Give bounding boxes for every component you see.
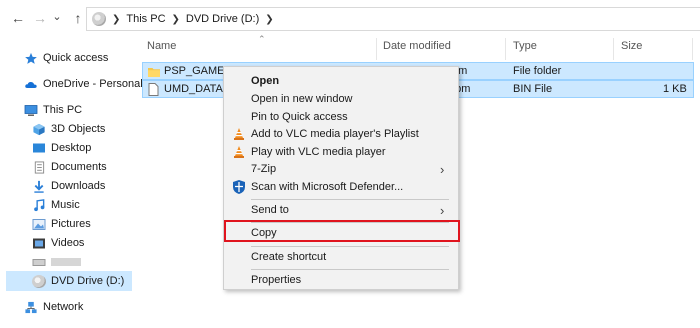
up-arrow-icon[interactable]: ↑ — [68, 8, 88, 28]
column-header-type[interactable]: Type — [513, 40, 537, 52]
menu-item-vlc-playlist[interactable]: Add to VLC media player's Playlist — [224, 125, 458, 143]
menu-item-label: Send to — [251, 204, 289, 216]
breadcrumb-dvd-drive[interactable]: DVD Drive (D:) — [186, 13, 259, 25]
menu-separator — [251, 269, 449, 270]
column-header-name[interactable]: Name — [147, 40, 176, 52]
sidebar-item-label: DVD Drive (D:) — [51, 275, 125, 287]
file-type: File folder — [513, 65, 562, 77]
menu-item-vlc-play[interactable]: Play with VLC media player — [224, 143, 458, 161]
drive-icon — [32, 258, 46, 266]
back-arrow-icon[interactable]: ← — [8, 8, 28, 28]
sidebar-item-downloads[interactable]: Downloads — [32, 176, 105, 196]
sidebar-item-label: Downloads — [51, 180, 106, 192]
breadcrumb-this-pc[interactable]: This PC — [126, 13, 165, 25]
sidebar-item-label: Network — [43, 301, 84, 313]
menu-item-send-to[interactable]: Send to › — [224, 201, 458, 219]
chevron-right-icon[interactable]: ❯ — [172, 14, 180, 25]
sort-caret-icon: ⌃ — [258, 34, 266, 44]
music-note-icon — [34, 198, 45, 211]
sidebar-item-network[interactable]: Network — [24, 297, 83, 317]
column-divider[interactable] — [613, 38, 614, 60]
sidebar-item-documents[interactable]: Documents — [32, 157, 107, 177]
sidebar-item-label: Desktop — [51, 142, 92, 154]
sidebar-item-this-pc[interactable]: This PC — [24, 100, 82, 120]
sidebar-item-label: OneDrive - Personal — [43, 78, 143, 90]
sidebar-item-label: Documents — [51, 161, 107, 173]
dvd-drive-icon — [92, 12, 106, 26]
column-header-size[interactable]: Size — [621, 40, 642, 52]
film-icon — [33, 238, 45, 248]
vlc-cone-icon — [234, 146, 244, 158]
menu-item-label: Play with VLC media player — [251, 146, 386, 158]
file-icon — [148, 83, 159, 96]
menu-item-create-shortcut[interactable]: Create shortcut — [224, 248, 458, 266]
menu-item-label: Properties — [251, 274, 302, 286]
sidebar-item-onedrive[interactable]: OneDrive - Personal — [24, 74, 143, 94]
blurred-label — [51, 258, 81, 266]
download-arrow-icon — [34, 180, 44, 193]
copy-highlight-box — [224, 220, 460, 242]
folder-icon — [148, 68, 160, 77]
forward-arrow-icon[interactable]: → — [30, 8, 50, 28]
sidebar-item-music[interactable]: Music — [32, 195, 80, 215]
menu-item-label: Pin to Quick access — [251, 111, 348, 123]
sidebar-item-label: This PC — [43, 104, 83, 116]
network-icon — [25, 301, 37, 313]
sidebar-item-label: Music — [51, 199, 80, 211]
file-size: 1 KB — [663, 83, 687, 95]
navigation-bar: ← → ⌄ ↑ ❯ This PC ❯ DVD Drive (D:) ❯ — [0, 0, 700, 38]
menu-item-open[interactable]: Open — [224, 72, 458, 90]
sidebar-item-3d-objects[interactable]: 3D Objects — [32, 119, 105, 139]
file-type: BIN File — [513, 83, 553, 95]
address-bar[interactable]: ❯ This PC ❯ DVD Drive (D:) ❯ — [86, 7, 700, 31]
file-name: PSP_GAME — [164, 65, 225, 77]
menu-item-label: Create shortcut — [251, 251, 327, 263]
menu-item-defender-scan[interactable]: Scan with Microsoft Defender... — [224, 178, 458, 196]
context-menu: Open Open in new window Pin to Quick acc… — [223, 66, 460, 290]
sidebar-item-dvd-drive[interactable]: DVD Drive (D:) — [6, 271, 132, 291]
star-icon — [25, 52, 37, 64]
menu-separator — [251, 246, 449, 247]
menu-item-label: Open — [251, 75, 280, 87]
menu-separator — [251, 199, 449, 200]
cube-icon — [33, 123, 45, 135]
column-divider[interactable] — [376, 38, 377, 60]
chevron-right-icon[interactable]: ❯ — [265, 14, 273, 25]
navigation-pane: Quick access OneDrive - Personal This PC… — [0, 38, 143, 328]
menu-item-label: Add to VLC media player's Playlist — [251, 128, 419, 140]
cloud-icon — [25, 81, 37, 88]
menu-item-properties[interactable]: Properties — [224, 271, 458, 289]
picture-icon — [32, 218, 46, 230]
vlc-cone-icon — [234, 128, 244, 140]
sidebar-item-label: Quick access — [43, 52, 109, 64]
submenu-chevron-icon: › — [440, 161, 445, 177]
defender-shield-icon — [233, 180, 245, 194]
sidebar-item-desktop[interactable]: Desktop — [32, 138, 91, 158]
dvd-disc-icon — [32, 274, 46, 288]
column-divider[interactable] — [505, 38, 506, 60]
document-icon — [34, 160, 45, 174]
sidebar-item-videos[interactable]: Videos — [32, 233, 84, 253]
sidebar-item-redacted-drive[interactable] — [32, 252, 81, 272]
menu-item-7zip[interactable]: 7-Zip › — [224, 160, 458, 178]
menu-item-pin-quick-access[interactable]: Pin to Quick access — [224, 108, 458, 126]
sidebar-item-label: 3D Objects — [51, 123, 106, 135]
sidebar-item-pictures[interactable]: Pictures — [32, 214, 91, 234]
recent-locations-chevron-icon[interactable]: ⌄ — [50, 6, 64, 26]
computer-icon — [24, 104, 38, 116]
menu-item-label: Scan with Microsoft Defender... — [251, 181, 404, 193]
column-header-date-modified[interactable]: Date modified — [383, 40, 451, 52]
desktop-icon — [33, 143, 45, 152]
column-divider[interactable] — [692, 38, 693, 60]
menu-item-label: Open in new window — [251, 93, 353, 105]
menu-item-label: 7-Zip — [251, 163, 277, 175]
chevron-right-icon[interactable]: ❯ — [112, 14, 120, 25]
submenu-chevron-icon: › — [440, 202, 445, 218]
menu-item-open-new-window[interactable]: Open in new window — [224, 90, 458, 108]
sidebar-item-quick-access[interactable]: Quick access — [24, 48, 108, 68]
sidebar-item-label: Videos — [51, 237, 85, 249]
sidebar-item-label: Pictures — [51, 218, 91, 230]
